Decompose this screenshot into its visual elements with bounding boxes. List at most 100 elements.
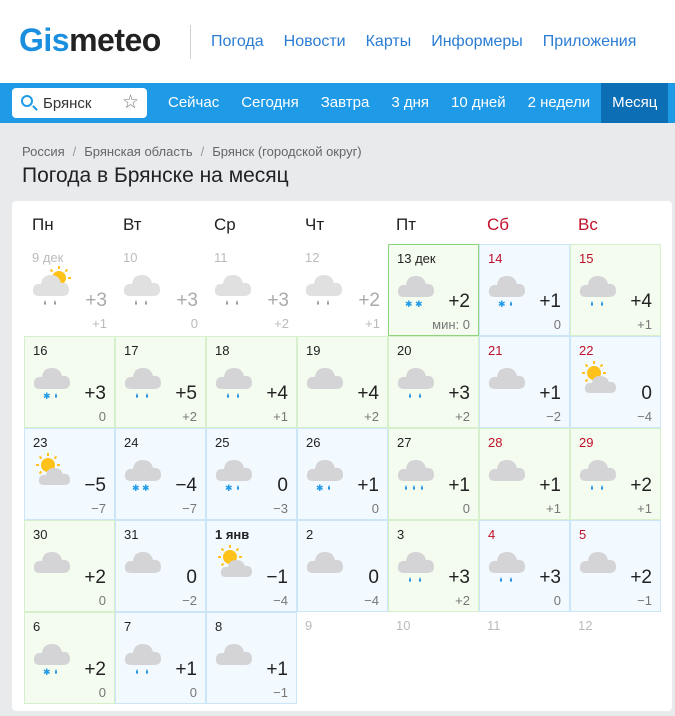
nav-link-news[interactable]: Новости (284, 33, 346, 51)
day-cell[interactable]: 25 ✱ 0 −3 (206, 428, 297, 520)
day-cell[interactable]: 23 −5 −7 (24, 428, 115, 520)
day-cell[interactable]: 5 +2 −1 (570, 520, 661, 612)
temp-max: +3 (84, 383, 106, 404)
cloud-heavy-rain-icon (394, 451, 438, 491)
day-cell[interactable]: 3 +3 +2 (388, 520, 479, 612)
day-cell[interactable]: 6 ✱ +2 0 (24, 612, 115, 704)
day-cell[interactable]: 27 +1 0 (388, 428, 479, 520)
day-cell[interactable]: 22 0 −4 (570, 336, 661, 428)
nav-link-apps[interactable]: Приложения (543, 33, 637, 51)
tab-10-days[interactable]: 10 дней (440, 83, 517, 123)
svg-text:✱: ✱ (142, 484, 150, 493)
day-cell[interactable]: 26 ✱ +1 0 (297, 428, 388, 520)
cloud-rain-icon (576, 267, 620, 307)
day-date: 25 (215, 435, 230, 450)
day-cell[interactable]: 21 +1 −2 (479, 336, 570, 428)
day-cell[interactable]: 14 ✱ +1 0 (479, 244, 570, 336)
tab-3-days[interactable]: 3 дня (380, 83, 440, 123)
day-date: 30 (33, 527, 48, 542)
day-date: 7 (124, 619, 132, 634)
svg-text:✱: ✱ (225, 484, 233, 493)
day-cell[interactable]: 9 дек +3 +1 (24, 244, 115, 336)
day-cell[interactable]: 1 янв −1 −4 (206, 520, 297, 612)
sun-cloud-icon (576, 359, 620, 399)
day-cell[interactable]: 4 +3 0 (479, 520, 570, 612)
day-date: 26 (306, 435, 321, 450)
day-cell[interactable]: 12 +2 +1 (297, 244, 388, 336)
weekday-fri: Пт (396, 215, 417, 234)
temp-max: +1 (448, 475, 470, 496)
temp-max: +2 (448, 291, 470, 312)
day-cell[interactable]: 15 +4 +1 (570, 244, 661, 336)
day-cell[interactable]: 2 0 −4 (297, 520, 388, 612)
day-cell[interactable]: 20 +3 +2 (388, 336, 479, 428)
nav-link-maps[interactable]: Карты (366, 33, 412, 51)
temp-min: +2 (182, 409, 197, 424)
day-cell[interactable]: 19 +4 +2 (297, 336, 388, 428)
day-cell[interactable]: 29 +2 +1 (570, 428, 661, 520)
day-cell[interactable]: 7 +1 0 (115, 612, 206, 704)
temp-max: 0 (186, 567, 197, 588)
tab-today[interactable]: Сегодня (230, 83, 310, 123)
day-date: 28 (488, 435, 503, 450)
temp-min: 0 (190, 316, 198, 331)
svg-text:✱: ✱ (415, 300, 423, 309)
day-cell[interactable]: 17 +5 +2 (115, 336, 206, 428)
temp-max: +2 (630, 567, 652, 588)
day-cell: 10 (388, 612, 479, 704)
day-date: 14 (488, 251, 503, 266)
cloud-rain-icon (212, 359, 256, 399)
weekday-wed: Ср (214, 215, 236, 234)
nav-link-weather[interactable]: Погода (211, 33, 264, 51)
day-cell[interactable]: 31 0 −2 (115, 520, 206, 612)
gismeteo-logo[interactable]: Gismeteo (19, 22, 161, 58)
day-cell[interactable]: 8 +1 −1 (206, 612, 297, 704)
cloud-rain-icon (576, 451, 620, 491)
day-date: 23 (33, 435, 48, 450)
weekday-tue: Вт (123, 215, 142, 234)
temp-max: +1 (539, 383, 561, 404)
temp-max: +2 (630, 475, 652, 496)
day-date: 4 (488, 527, 496, 542)
temp-max: +2 (84, 567, 106, 588)
svg-text:✱: ✱ (43, 392, 51, 401)
forecast-period-tabs: Сейчас Сегодня Завтра 3 дня 10 дней 2 не… (157, 83, 669, 123)
breadcrumb-item-russia[interactable]: Россия (22, 144, 65, 159)
breadcrumb-item-district[interactable]: Брянск (городской округ) (212, 144, 361, 159)
nav-link-informers[interactable]: Информеры (431, 33, 523, 51)
day-cell[interactable]: 30 +2 0 (24, 520, 115, 612)
tab-2-weeks[interactable]: 2 недели (517, 83, 602, 123)
day-cell[interactable]: 16 ✱ +3 0 (24, 336, 115, 428)
city-search-input[interactable]: Брянск ☆ (12, 88, 147, 118)
temp-max: −1 (266, 567, 288, 588)
tab-now[interactable]: Сейчас (157, 83, 230, 123)
svg-text:✱: ✱ (498, 300, 506, 309)
favorite-star-icon[interactable]: ☆ (122, 91, 139, 114)
day-date: 11 (214, 250, 228, 265)
temp-min: −4 (273, 593, 288, 608)
day-cell[interactable]: 28 +1 +1 (479, 428, 570, 520)
site-header: Gismeteo Погода Новости Карты Информеры … (0, 0, 675, 83)
day-cell[interactable]: 13 дек ✱ ✱ +2 мин: 0 (388, 244, 479, 336)
temp-min: +1 (365, 316, 380, 331)
tab-tomorrow[interactable]: Завтра (310, 83, 381, 123)
temp-max: 0 (368, 567, 379, 588)
temp-max: +1 (539, 291, 561, 312)
page-title: Погода в Брянске на месяц (22, 164, 289, 187)
temp-min: мин: 0 (432, 317, 470, 332)
temp-min: 0 (553, 593, 561, 608)
temp-min: 0 (462, 501, 470, 516)
day-date: 1 янв (215, 527, 250, 542)
temp-min: +2 (455, 409, 470, 424)
breadcrumb-item-region[interactable]: Брянская область (84, 144, 192, 159)
day-cell[interactable]: 18 +4 +1 (206, 336, 297, 428)
day-date: 5 (579, 527, 587, 542)
day-cell[interactable]: 11 +3 +2 (206, 244, 297, 336)
day-cell[interactable]: 10 +3 0 (115, 244, 206, 336)
tab-month[interactable]: Месяц (601, 83, 669, 123)
search-city-value: Брянск (43, 95, 92, 112)
day-date: 15 (579, 251, 594, 266)
temp-max: +3 (85, 290, 107, 311)
day-cell[interactable]: 24 ✱ ✱ −4 −7 (115, 428, 206, 520)
weekday-sat: Сб (487, 215, 510, 234)
